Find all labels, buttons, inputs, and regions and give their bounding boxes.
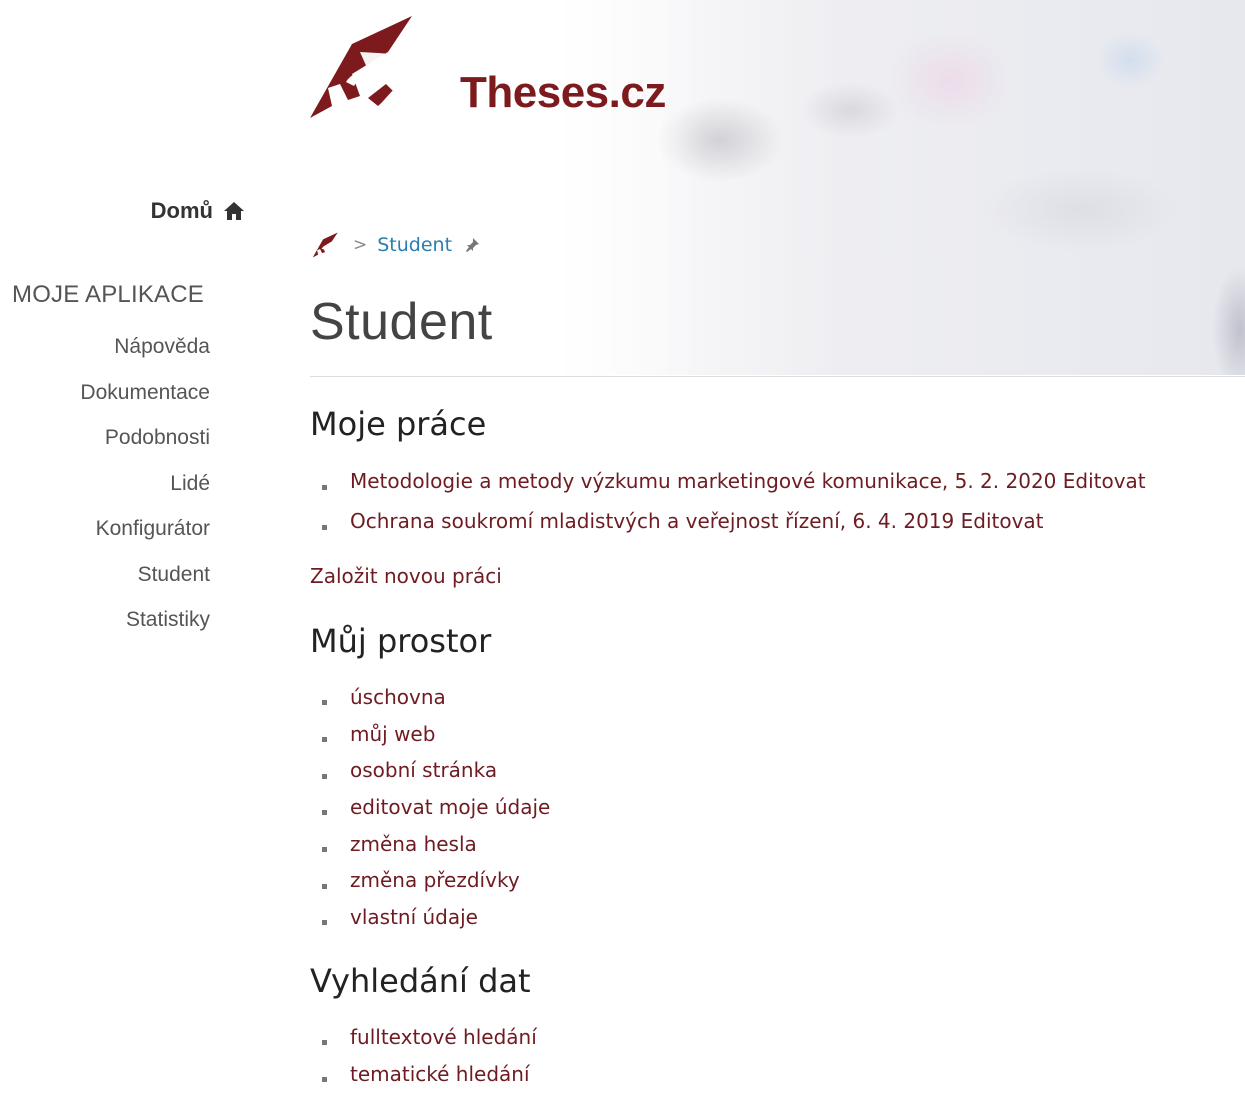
page-title: Student bbox=[310, 293, 493, 351]
section-heading-my-works: Moje práce bbox=[310, 405, 487, 443]
list-item[interactable]: úschovna bbox=[322, 684, 550, 721]
new-work-link[interactable]: Založit novou práci bbox=[310, 564, 502, 588]
breadcrumb-student[interactable]: Student bbox=[377, 234, 452, 256]
title-divider bbox=[310, 376, 1245, 377]
list-item[interactable]: změna hesla bbox=[322, 831, 550, 868]
sidebar-item-podobnosti[interactable]: Podobnosti bbox=[80, 425, 210, 471]
list-item[interactable]: můj web bbox=[322, 721, 550, 758]
list-item[interactable]: změna přezdívky bbox=[322, 867, 550, 904]
sidebar-home-link[interactable]: Domů bbox=[151, 198, 245, 224]
breadcrumb: > Student bbox=[311, 232, 480, 258]
logo-icon[interactable] bbox=[311, 232, 339, 258]
theses-logo[interactable] bbox=[308, 14, 412, 120]
home-icon bbox=[224, 202, 244, 220]
sidebar-item-konfigurator[interactable]: Konfigurátor bbox=[80, 516, 210, 562]
list-item[interactable]: Metodologie a metody výzkumu marketingov… bbox=[322, 467, 1146, 507]
sidebar-heading: MOJE APLIKACE bbox=[12, 281, 204, 308]
sidebar-item-statistiky[interactable]: Statistiky bbox=[80, 607, 210, 653]
my-space-list: úschovna můj web osobní stránka editovat… bbox=[322, 684, 550, 941]
sidebar-home-label: Domů bbox=[150, 198, 213, 223]
list-item[interactable]: osobní stránka bbox=[322, 757, 550, 794]
sidebar-item-lide[interactable]: Lidé bbox=[80, 471, 210, 517]
list-item[interactable]: fulltextové hledání bbox=[322, 1024, 537, 1061]
header-background bbox=[520, 0, 1245, 375]
section-heading-my-space: Můj prostor bbox=[310, 622, 492, 660]
sidebar-menu: Nápověda Dokumentace Podobnosti Lidé Kon… bbox=[80, 334, 210, 653]
list-item[interactable]: Ochrana soukromí mladistvých a veřejnost… bbox=[322, 507, 1146, 547]
brand-name[interactable]: Theses.cz bbox=[460, 68, 666, 118]
list-item[interactable]: editovat moje údaje bbox=[322, 794, 550, 831]
list-item[interactable]: tematické hledání bbox=[322, 1061, 537, 1097]
data-search-list: fulltextové hledání tematické hledání bbox=[322, 1024, 537, 1097]
sidebar-item-student[interactable]: Student bbox=[80, 562, 210, 608]
sidebar-item-napoveda[interactable]: Nápověda bbox=[80, 334, 210, 380]
sidebar-item-dokumentace[interactable]: Dokumentace bbox=[80, 380, 210, 426]
section-heading-data-search: Vyhledání dat bbox=[310, 962, 531, 1000]
pin-icon[interactable] bbox=[464, 237, 480, 253]
my-works-list: Metodologie a metody výzkumu marketingov… bbox=[322, 467, 1146, 547]
chevron-right-icon: > bbox=[353, 235, 368, 255]
list-item[interactable]: vlastní údaje bbox=[322, 904, 550, 941]
